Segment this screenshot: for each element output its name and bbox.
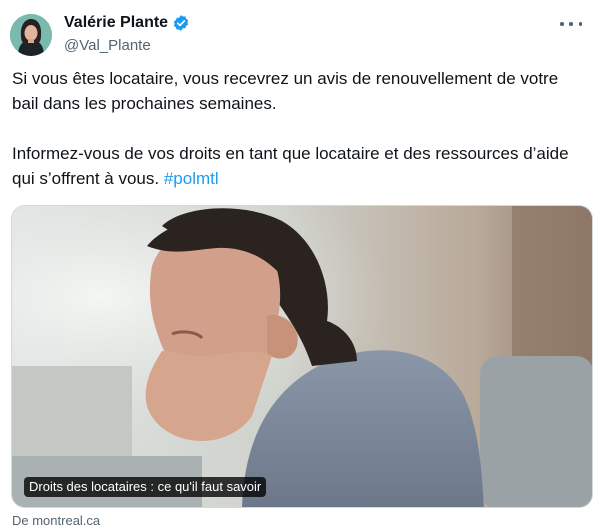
more-dot xyxy=(578,22,582,26)
tweet: Valérie Plante @Val_Plante Si vous êtes … xyxy=(0,0,600,532)
more-dot xyxy=(569,22,573,26)
tweet-paragraph-2-text: Informez-vous de vos droits en tant que … xyxy=(12,144,569,188)
avatar[interactable] xyxy=(10,14,52,56)
link-card-image[interactable]: Droits des locataires : ce qu'il faut sa… xyxy=(11,205,593,508)
card-title[interactable]: Droits des locataires : ce qu'il faut sa… xyxy=(24,477,267,497)
tweet-paragraph-1: Si vous êtes locataire, vous recevrez un… xyxy=(12,69,559,113)
card-photo xyxy=(12,206,592,507)
author-handle[interactable]: @Val_Plante xyxy=(64,37,151,54)
more-options-icon[interactable] xyxy=(560,14,582,34)
card-source[interactable]: De montreal.ca xyxy=(12,513,100,528)
hashtag-link[interactable]: #polmtl xyxy=(164,169,219,188)
tweet-paragraph-2: Informez-vous de vos droits en tant que … xyxy=(12,141,588,191)
more-dot xyxy=(560,22,564,26)
author-name-row: Valérie Plante xyxy=(64,14,190,32)
avatar-image xyxy=(10,14,52,56)
tweet-text: Si vous êtes locataire, vous recevrez un… xyxy=(12,66,588,216)
author-name[interactable]: Valérie Plante xyxy=(64,14,168,32)
verified-badge-icon xyxy=(172,14,190,32)
